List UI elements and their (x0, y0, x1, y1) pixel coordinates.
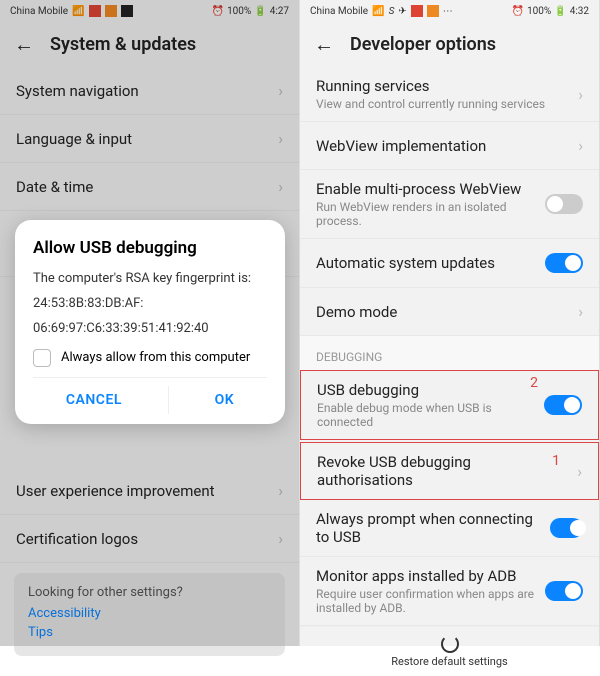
row-revoke-usb[interactable]: Revoke USB debugging authorisations › (301, 443, 598, 499)
toggle-monitor-adb[interactable] (545, 581, 583, 601)
row-multiprocess-webview[interactable]: Enable multi-process WebView Run WebView… (300, 170, 599, 239)
time-label: 4:32 (570, 6, 589, 17)
chevron-right-icon: › (578, 302, 583, 321)
status-bar: China Mobile 📶 S ✈ ⋯ ⏰ 100% 🔋 4:32 (300, 0, 599, 22)
usb-debugging-dialog: Allow USB debugging The computer's RSA k… (15, 220, 285, 424)
chevron-right-icon: › (578, 85, 583, 104)
checkbox-icon[interactable] (33, 349, 51, 367)
row-language-input[interactable]: Language & input › (0, 115, 299, 163)
fingerprint-line2: 06:69:97:C6:33:39:51:41:92:40 (33, 320, 267, 339)
row-certification-logos[interactable]: Certification logos › (0, 515, 299, 563)
toggle-multiprocess[interactable] (545, 194, 583, 214)
infobox-question: Looking for other settings? (28, 585, 271, 600)
dialog-message: The computer's RSA key fingerprint is: (33, 270, 267, 289)
battery-label: 100% (527, 6, 551, 17)
restore-icon (441, 635, 459, 653)
annotation-2: 2 (530, 375, 538, 391)
section-debugging: DEBUGGING (300, 336, 599, 370)
highlight-revoke: Revoke USB debugging authorisations › 1 (300, 442, 599, 500)
toggle-auto-updates[interactable] (545, 253, 583, 273)
fingerprint-line1: 24:53:8B:83:DB:AF: (33, 295, 267, 314)
time-label: 4:27 (270, 6, 289, 17)
link-tips[interactable]: Tips (28, 625, 271, 640)
row-webview-implementation[interactable]: WebView implementation › (300, 122, 599, 170)
page-header: ← Developer options (300, 22, 599, 67)
cancel-button[interactable]: CANCEL (46, 386, 142, 414)
right-phone: China Mobile 📶 S ✈ ⋯ ⏰ 100% 🔋 4:32 ← Dev… (300, 0, 600, 646)
chevron-right-icon: › (577, 462, 582, 481)
app-icon (121, 5, 133, 17)
app-icon (411, 5, 423, 17)
page-header: ← System & updates (0, 22, 299, 67)
carrier-label: China Mobile (10, 6, 68, 17)
back-icon[interactable]: ← (14, 32, 34, 57)
always-allow-row[interactable]: Always allow from this computer (33, 349, 267, 367)
other-settings-infobox: Looking for other settings? Accessibilit… (14, 573, 285, 656)
battery-label: 100% (227, 6, 251, 17)
highlight-usb-debugging: USB debugging Enable debug mode when USB… (300, 370, 599, 440)
row-always-prompt[interactable]: Always prompt when connecting to USB (300, 500, 599, 557)
page-title: Developer options (350, 34, 496, 55)
chevron-right-icon: › (578, 136, 583, 155)
row-auto-updates[interactable]: Automatic system updates (300, 239, 599, 288)
annotation-1: 1 (552, 453, 560, 469)
link-accessibility[interactable]: Accessibility (28, 606, 271, 621)
app-icon (427, 5, 439, 17)
status-bar: China Mobile 📶 ⏰ 100% 🔋 4:27 (0, 0, 299, 22)
page-title: System & updates (50, 34, 196, 55)
row-demo-mode[interactable]: Demo mode › (300, 288, 599, 336)
left-phone: China Mobile 📶 ⏰ 100% 🔋 4:27 ← System & … (0, 0, 300, 646)
row-monitor-adb[interactable]: Monitor apps installed by ADB Require us… (300, 557, 599, 626)
row-date-time[interactable]: Date & time › (0, 163, 299, 211)
restore-label: Restore default settings (391, 655, 507, 668)
toggle-always-prompt[interactable] (550, 518, 583, 538)
chevron-right-icon: › (278, 129, 283, 148)
back-icon[interactable]: ← (314, 32, 334, 57)
chevron-right-icon: › (278, 177, 283, 196)
row-usb-debugging[interactable]: USB debugging Enable debug mode when USB… (301, 371, 598, 439)
row-system-navigation[interactable]: System navigation › (0, 67, 299, 115)
row-running-services[interactable]: Running services View and control curren… (300, 67, 599, 122)
chevron-right-icon: › (278, 529, 283, 548)
carrier-label: China Mobile (310, 6, 368, 17)
toggle-usb-debugging[interactable] (544, 395, 582, 415)
app-icon (105, 5, 117, 17)
restore-defaults[interactable]: Restore default settings (300, 626, 599, 676)
app-icon (89, 5, 101, 17)
dialog-title: Allow USB debugging (33, 238, 267, 258)
ok-button[interactable]: OK (195, 386, 255, 414)
chevron-right-icon: › (278, 481, 283, 500)
checkbox-label: Always allow from this computer (61, 350, 250, 365)
chevron-right-icon: › (278, 81, 283, 100)
row-user-experience[interactable]: User experience improvement › (0, 467, 299, 515)
